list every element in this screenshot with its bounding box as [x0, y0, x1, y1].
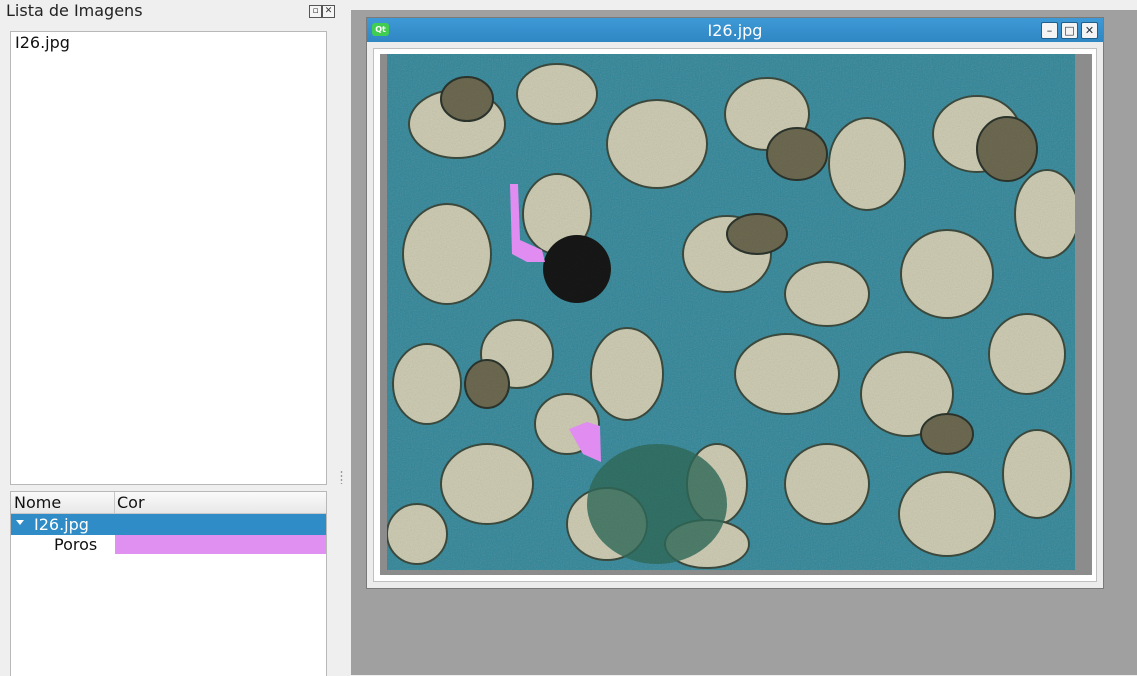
dock-title: Lista de Imagens [6, 1, 143, 20]
maximize-button[interactable]: □ [1061, 22, 1078, 39]
image-list-dock: Lista de Imagens ▫ ✕ I26.jpg Nome Cor I2… [0, 0, 336, 676]
float-dock-button[interactable]: ▫ [309, 5, 322, 18]
tree-header: Nome Cor [11, 492, 326, 514]
close-button[interactable]: ✕ [1081, 22, 1098, 39]
column-separator[interactable] [114, 492, 115, 513]
class-color-swatch[interactable] [115, 535, 326, 554]
tree-row-image[interactable]: I26.jpg [11, 514, 326, 535]
minimize-button[interactable]: – [1041, 22, 1058, 39]
image-subwindow: Qt I26.jpg – □ ✕ [366, 17, 1104, 589]
dock-splitter-handle[interactable] [340, 470, 343, 484]
tree-row-class[interactable]: Poros [11, 535, 326, 555]
close-dock-button[interactable]: ✕ [322, 5, 335, 18]
image-list-item[interactable]: I26.jpg [15, 33, 70, 52]
class-tree[interactable]: Nome Cor I26.jpg Poros [10, 491, 327, 676]
tree-class-label: Poros [54, 535, 98, 554]
image-canvas[interactable] [380, 54, 1092, 575]
expand-arrow-icon[interactable] [16, 520, 24, 525]
column-nome[interactable]: Nome [14, 493, 61, 512]
thin-section-image[interactable] [387, 54, 1075, 570]
column-cor[interactable]: Cor [117, 493, 145, 512]
tree-image-label: I26.jpg [34, 515, 89, 534]
image-viewport [373, 48, 1097, 582]
subwindow-titlebar[interactable]: Qt I26.jpg – □ ✕ [367, 18, 1103, 42]
image-list[interactable]: I26.jpg [10, 31, 327, 485]
subwindow-title: I26.jpg [707, 21, 763, 40]
